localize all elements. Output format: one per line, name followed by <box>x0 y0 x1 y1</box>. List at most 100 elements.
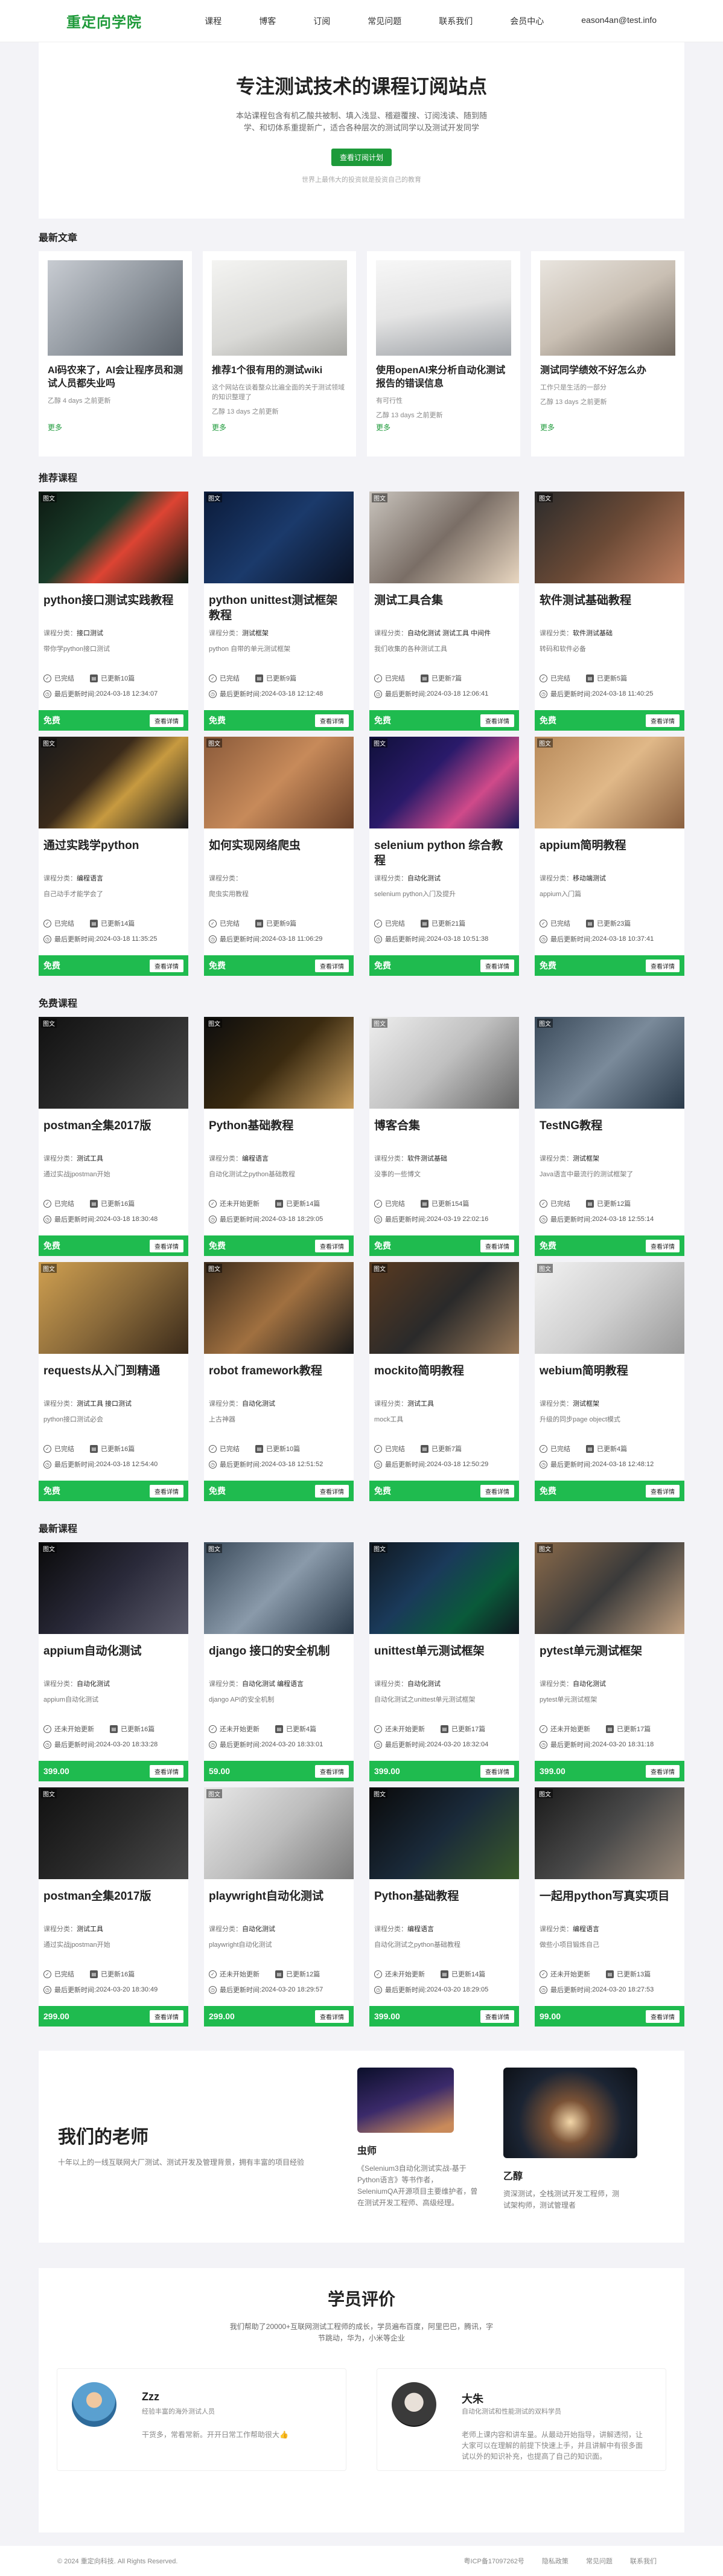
clock-icon: ◷ <box>540 935 547 943</box>
course-title[interactable]: 软件测试基础教程 <box>540 593 680 624</box>
article-more-link[interactable]: 更多 <box>376 422 390 432</box>
nav-user-email[interactable]: eason4an@test.info <box>581 15 657 27</box>
view-detail-button[interactable]: 查看详情 <box>315 2010 349 2023</box>
view-detail-button[interactable]: 查看详情 <box>646 959 680 972</box>
course-card[interactable]: 图文 Python基础教程 课程分类：编程语言 自动化测试之python基础教程… <box>369 1787 519 2027</box>
article-card[interactable]: 使用openAI来分析自动化测试报告的错误信息 有可行性 乙醇 13 days … <box>367 251 520 457</box>
view-detail-button[interactable]: 查看详情 <box>480 1484 514 1498</box>
view-plans-button[interactable]: 查看订阅计划 <box>331 149 392 166</box>
view-detail-button[interactable]: 查看详情 <box>150 714 183 727</box>
footer-icp[interactable]: 粤ICP备17097262号 <box>464 2558 524 2565</box>
course-title[interactable]: 如何实现网络爬虫 <box>209 838 349 870</box>
course-card[interactable]: 图文 appium自动化测试 课程分类：自动化测试 appium自动化测试 ✓ 还… <box>39 1542 188 1781</box>
course-title[interactable]: selenium python 综合教程 <box>374 838 514 870</box>
view-detail-button[interactable]: 查看详情 <box>315 1764 349 1778</box>
course-title[interactable]: appium简明教程 <box>540 838 680 870</box>
course-card[interactable]: 图文 mockito简明教程 课程分类：测试工具 mock工具 ✓ 已完结 ▤ 已更… <box>369 1262 519 1501</box>
article-card[interactable]: AI码农来了，AI会让程序员和测试人员都失业吗 乙醇 4 days 之前更新 更… <box>39 251 192 457</box>
course-title[interactable]: python接口测试实践教程 <box>43 593 183 624</box>
course-card[interactable]: 图文 python接口测试实践教程 课程分类：接口测试 带你学python接口测… <box>39 492 188 731</box>
course-card[interactable]: 图文 软件测试基础教程 课程分类：软件测试基础 转码和软件必备 ✓ 已完结 ▤ 已更… <box>535 492 684 731</box>
course-title[interactable]: webium简明教程 <box>540 1363 680 1395</box>
view-detail-button[interactable]: 查看详情 <box>480 714 514 727</box>
course-title[interactable]: unittest单元测试框架 <box>374 1644 514 1675</box>
course-title[interactable]: 通过实践学python <box>43 838 183 870</box>
course-card[interactable]: 图文 playwright自动化测试 课程分类：自动化测试 playwright… <box>204 1787 354 2027</box>
nav-blog[interactable]: 博客 <box>259 15 276 27</box>
view-detail-button[interactable]: 查看详情 <box>315 1484 349 1498</box>
site-logo[interactable]: 重定向学院 <box>66 10 142 31</box>
site-footer: © 2024 重定向科技. All Rights Reserved. 粤ICP备… <box>0 2546 723 2576</box>
article-more-link[interactable]: 更多 <box>48 422 62 432</box>
course-card[interactable]: 图文 selenium python 综合教程 课程分类：自动化测试 selen… <box>369 737 519 976</box>
course-title[interactable]: python unittest测试框架教程 <box>209 593 349 624</box>
view-detail-button[interactable]: 查看详情 <box>150 1764 183 1778</box>
view-detail-button[interactable]: 查看详情 <box>646 1484 680 1498</box>
course-title[interactable]: requests从入门到精通 <box>43 1363 183 1395</box>
course-title[interactable]: 一起用python写真实项目 <box>540 1889 680 1920</box>
nav-contact[interactable]: 联系我们 <box>439 15 473 27</box>
view-detail-button[interactable]: 查看详情 <box>646 2010 680 2023</box>
view-detail-button[interactable]: 查看详情 <box>315 714 349 727</box>
view-detail-button[interactable]: 查看详情 <box>646 1764 680 1778</box>
nav-member[interactable]: 会员中心 <box>510 15 544 27</box>
course-card[interactable]: 图文 博客合集 课程分类：软件测试基础 没事的一些博文 ✓ 已完结 ▤ 已更新154… <box>369 1017 519 1256</box>
course-title[interactable]: postman全集2017版 <box>43 1889 183 1920</box>
article-more-link[interactable]: 更多 <box>212 422 226 432</box>
footer-contact[interactable]: 联系我们 <box>630 2558 657 2565</box>
course-card[interactable]: 图文 appium简明教程 课程分类：移动端测试 appium入门篇 ✓ 已完结 … <box>535 737 684 976</box>
course-title[interactable]: 测试工具合集 <box>374 593 514 624</box>
article-title[interactable]: 推荐1个很有用的测试wiki <box>212 364 347 377</box>
course-card[interactable]: 图文 python unittest测试框架教程 课程分类：测试框架 pytho… <box>204 492 354 731</box>
course-card[interactable]: 图文 django 接口的安全机制 课程分类：自动化测试 编程语言 django… <box>204 1542 354 1781</box>
view-detail-button[interactable]: 查看详情 <box>480 1239 514 1252</box>
course-card[interactable]: 图文 requests从入门到精通 课程分类：测试工具 接口测试 python接… <box>39 1262 188 1501</box>
view-detail-button[interactable]: 查看详情 <box>150 2010 183 2023</box>
course-title[interactable]: Python基础教程 <box>374 1889 514 1920</box>
view-detail-button[interactable]: 查看详情 <box>150 959 183 972</box>
course-title[interactable]: appium自动化测试 <box>43 1644 183 1675</box>
view-detail-button[interactable]: 查看详情 <box>150 1484 183 1498</box>
course-card[interactable]: 图文 通过实践学python 课程分类：编程语言 自己动手才能学会了 ✓ 已完结 … <box>39 737 188 976</box>
course-card[interactable]: 图文 webium简明教程 课程分类：测试框架 升级的同步page object… <box>535 1262 684 1501</box>
course-card[interactable]: 图文 测试工具合集 课程分类：自动化测试 测试工具 中间件 我们收集的各种测试工… <box>369 492 519 731</box>
course-card[interactable]: 图文 一起用python写真实项目 课程分类：编程语言 做些小项目锻炼自己 ✓ 还… <box>535 1787 684 2027</box>
article-card[interactable]: 测试同学绩效不好怎么办 工作只是生活的一部分 乙醇 13 days 之前更新 更… <box>531 251 684 457</box>
view-detail-button[interactable]: 查看详情 <box>646 714 680 727</box>
course-title[interactable]: TestNG教程 <box>540 1118 680 1150</box>
course-title[interactable]: 博客合集 <box>374 1118 514 1150</box>
course-title[interactable]: playwright自动化测试 <box>209 1889 349 1920</box>
view-detail-button[interactable]: 查看详情 <box>150 1239 183 1252</box>
course-card[interactable]: 图文 postman全集2017版 课程分类：测试工具 通过实战jpostman… <box>39 1787 188 2027</box>
course-title[interactable]: robot framework教程 <box>209 1363 349 1395</box>
article-title[interactable]: 使用openAI来分析自动化测试报告的错误信息 <box>376 364 511 391</box>
footer-privacy[interactable]: 隐私政策 <box>542 2558 569 2565</box>
view-detail-button[interactable]: 查看详情 <box>480 959 514 972</box>
course-card[interactable]: 图文 pytest单元测试框架 课程分类：自动化测试 pytest单元测试框架 … <box>535 1542 684 1781</box>
article-title[interactable]: AI码农来了，AI会让程序员和测试人员都失业吗 <box>48 364 183 391</box>
course-card[interactable]: 图文 TestNG教程 课程分类：测试框架 Java语言中最流行的测试框架了 ✓… <box>535 1017 684 1256</box>
view-detail-button[interactable]: 查看详情 <box>480 2010 514 2023</box>
course-title[interactable]: Python基础教程 <box>209 1118 349 1150</box>
article-more-link[interactable]: 更多 <box>540 422 555 432</box>
article-title[interactable]: 测试同学绩效不好怎么办 <box>540 364 675 377</box>
course-title[interactable]: pytest单元测试框架 <box>540 1644 680 1675</box>
course-card[interactable]: 图文 如何实现网络爬虫 课程分类： 爬虫实用教程 ✓ 已完结 ▤ 已更新9篇 ◷ 最后… <box>204 737 354 976</box>
course-card[interactable]: 图文 unittest单元测试框架 课程分类：自动化测试 自动化测试之unitt… <box>369 1542 519 1781</box>
view-detail-button[interactable]: 查看详情 <box>315 959 349 972</box>
nav-courses[interactable]: 课程 <box>205 15 221 27</box>
course-card[interactable]: 图文 Python基础教程 课程分类：编程语言 自动化测试之python基础教程… <box>204 1017 354 1256</box>
course-card[interactable]: 图文 postman全集2017版 课程分类：测试工具 通过实战jpostman… <box>39 1017 188 1256</box>
course-title[interactable]: mockito简明教程 <box>374 1363 514 1395</box>
course-intro: appium入门篇 <box>540 891 582 898</box>
article-card[interactable]: 推荐1个很有用的测试wiki 这个网站在谈着整众比遍全面的关于测试领域的知识整理… <box>203 251 356 457</box>
nav-subscribe[interactable]: 订阅 <box>313 15 330 27</box>
footer-faq[interactable]: 常见问题 <box>586 2558 613 2565</box>
course-title[interactable]: django 接口的安全机制 <box>209 1644 349 1675</box>
view-detail-button[interactable]: 查看详情 <box>315 1239 349 1252</box>
view-detail-button[interactable]: 查看详情 <box>480 1764 514 1778</box>
course-card[interactable]: 图文 robot framework教程 课程分类：自动化测试 上古神器 ✓ 已完… <box>204 1262 354 1501</box>
nav-faq[interactable]: 常见问题 <box>368 15 401 27</box>
course-title[interactable]: postman全集2017版 <box>43 1118 183 1150</box>
view-detail-button[interactable]: 查看详情 <box>646 1239 680 1252</box>
